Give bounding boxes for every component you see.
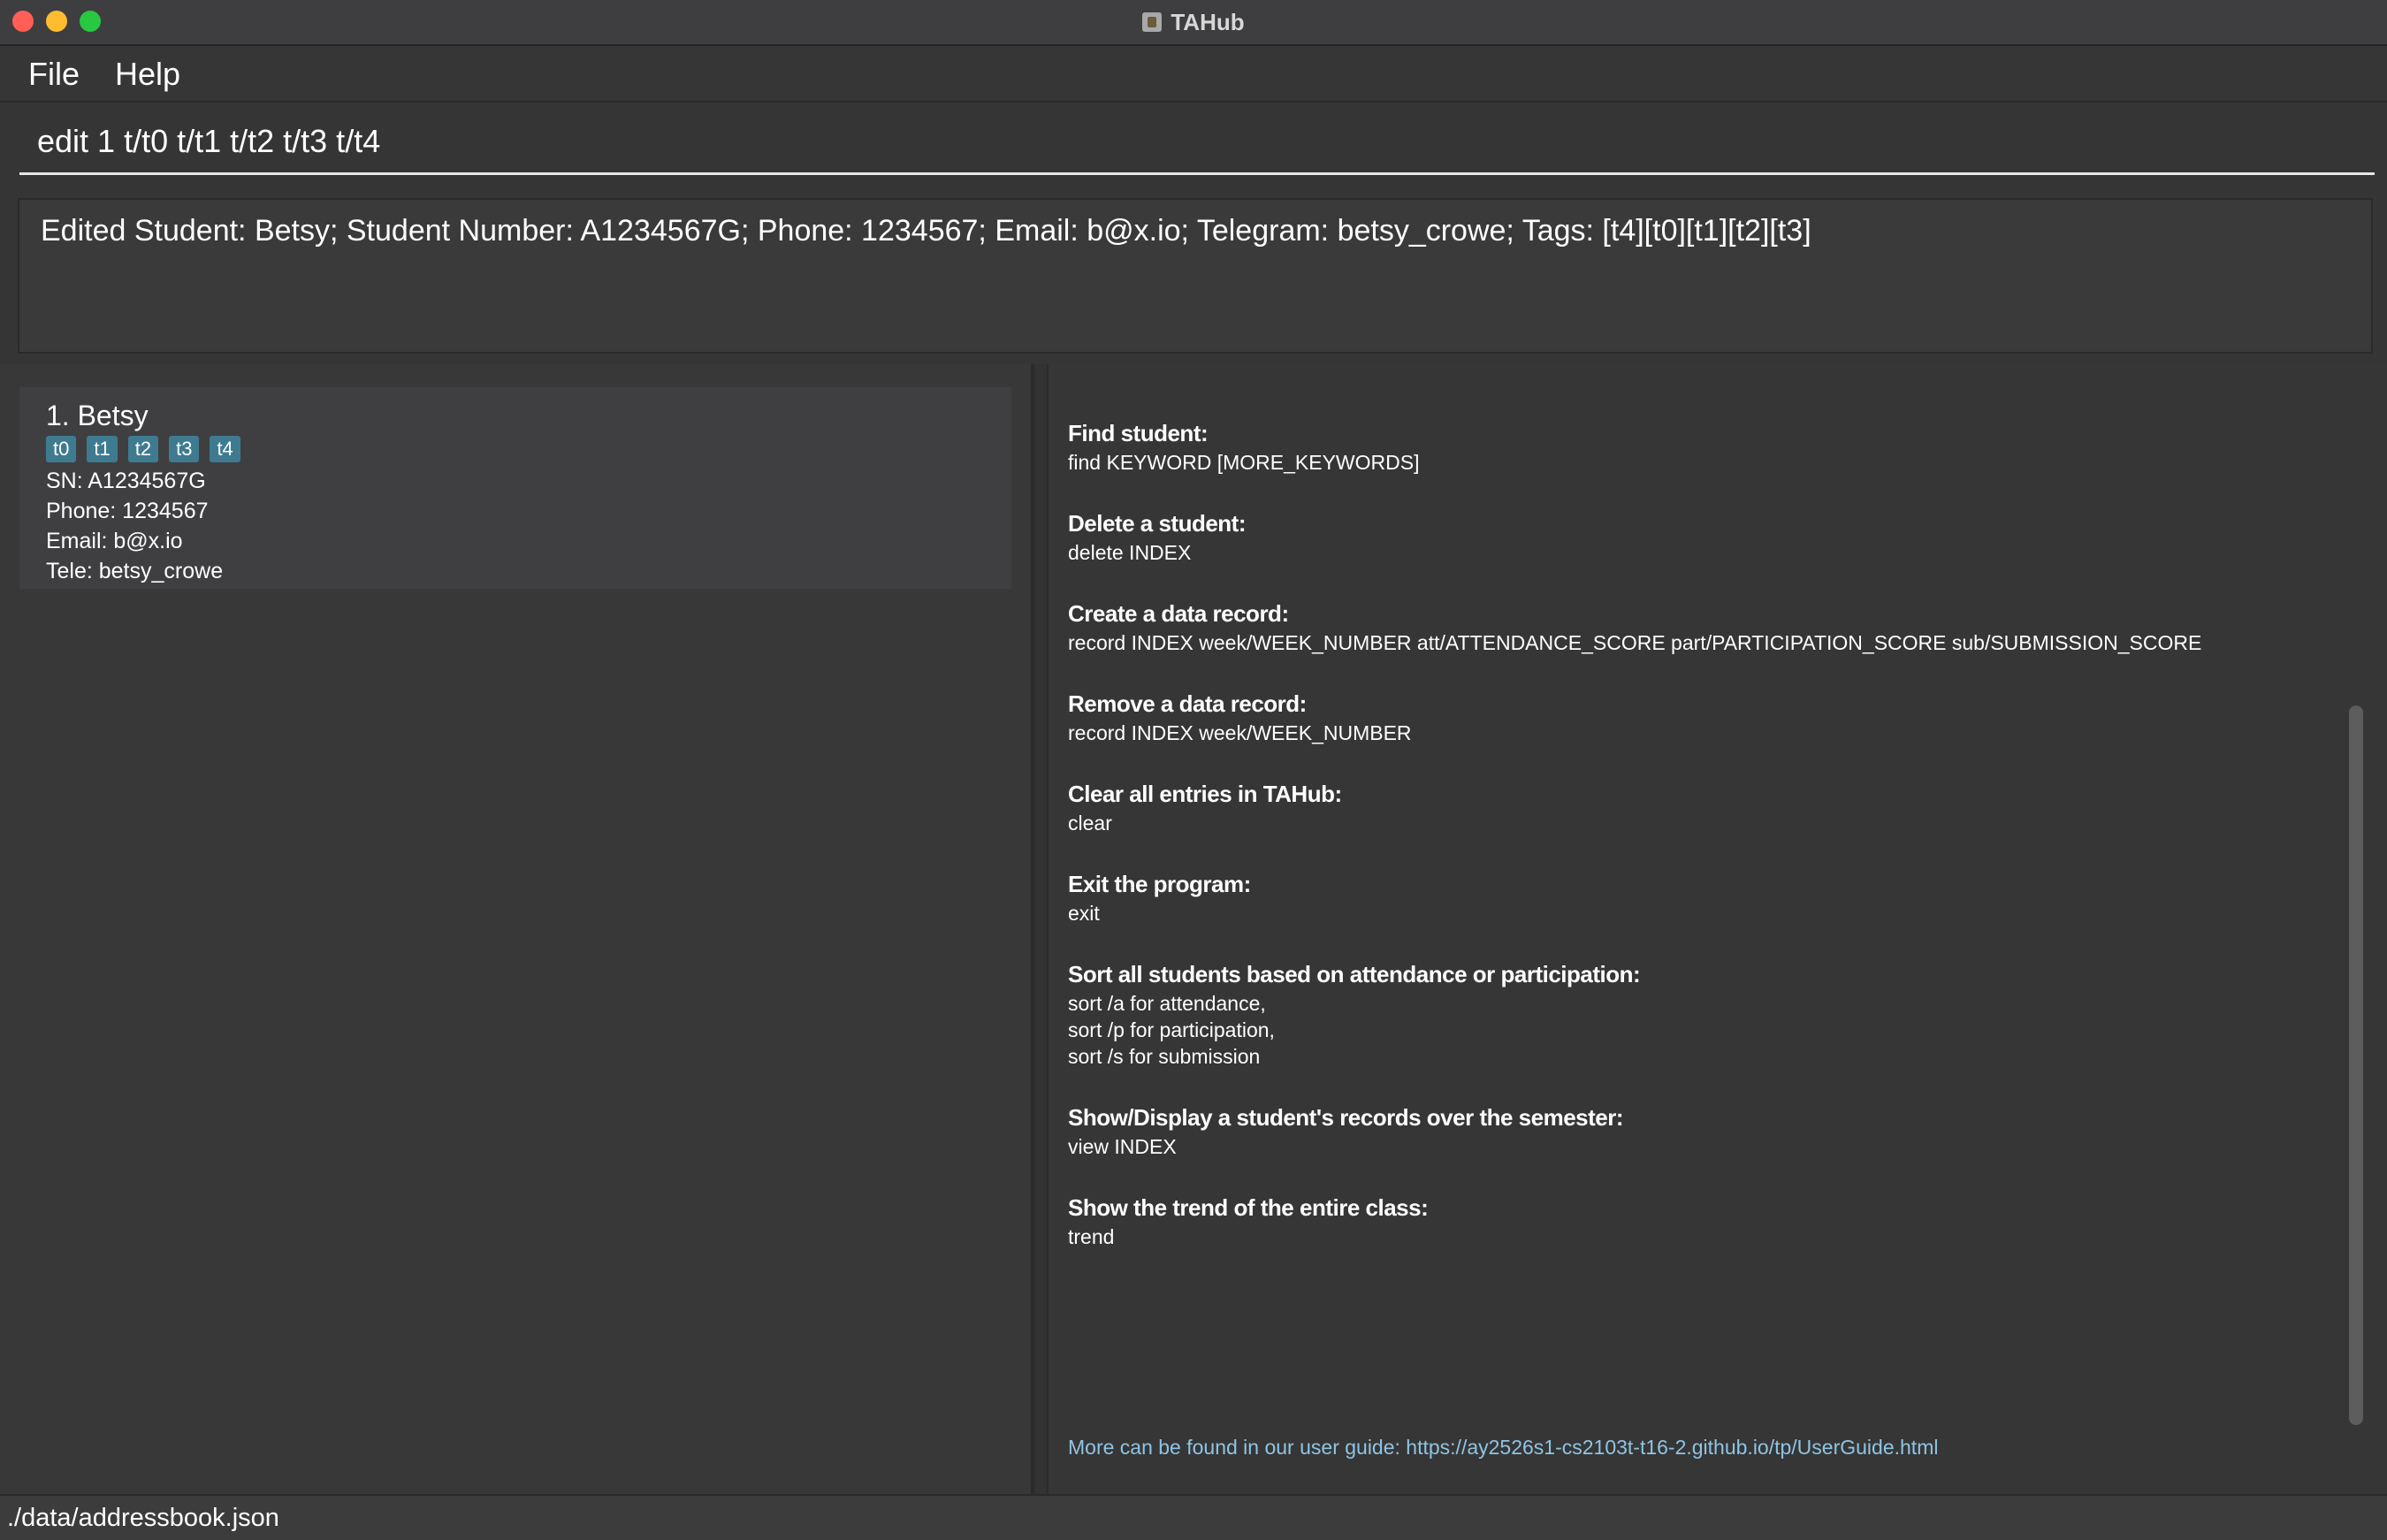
help-section: Show/Display a student's records over th… [1068,1102,2323,1160]
command-input[interactable] [19,110,2375,175]
help-section: Remove a data record: record INDEX week/… [1068,688,2323,746]
window-title-group: TAHub [1142,8,1245,36]
tag-badge: t4 [210,436,240,462]
help-heading: Clear all entries in TAHub: [1068,781,1342,807]
tag-badge: t2 [127,436,159,462]
window-title: TAHub [1171,8,1245,35]
minimize-window-button[interactable] [46,11,67,32]
close-window-button[interactable] [12,11,34,32]
menu-bar: File Help [0,48,2387,103]
menu-help[interactable]: Help [115,56,180,93]
help-heading: Find student: [1068,420,1209,446]
student-number: SN: A1234567G [46,469,206,493]
help-panel: Find student: find KEYWORD [MORE_KEYWORD… [1049,364,2387,1494]
student-email: Email: b@x.io [46,529,183,553]
help-section: Show the trend of the entire class: tren… [1068,1192,2323,1250]
student-card[interactable]: 1. Betsy t0 t1 t2 t3 t4 SN: A1234567G Ph… [19,387,1011,589]
panel-divider[interactable] [1033,364,1049,1494]
help-command: sort /a for attendance, [1068,992,1266,1015]
help-command: exit [1068,902,1100,925]
student-phone: Phone: 1234567 [46,499,209,523]
help-command: find KEYWORD [MORE_KEYWORDS] [1068,451,1420,474]
tag-badge: t1 [87,436,118,462]
command-box [19,110,2375,177]
help-command: delete INDEX [1068,541,1192,564]
help-section: Exit the program: exit [1068,868,2323,926]
help-section: Create a data record: record INDEX week/… [1068,598,2323,656]
status-bar: ./data/addressbook.json [0,1494,2387,1540]
help-command: sort /s for submission [1068,1045,1261,1068]
tag-badge: t0 [46,436,77,462]
student-list-panel: 1. Betsy t0 t1 t2 t3 t4 SN: A1234567G Ph… [0,364,1033,1494]
zoom-window-button[interactable] [80,11,101,32]
app-icon [1142,12,1163,32]
help-heading: Delete a student: [1068,510,1247,537]
user-guide-link[interactable]: More can be found in our user guide: htt… [1068,1436,1938,1460]
tag-list: t0 t1 t2 t3 t4 [46,436,985,462]
help-command: view INDEX [1068,1135,1177,1158]
data-file-path: ./data/addressbook.json [7,1503,279,1532]
result-display: Edited Student: Betsy; Student Number: A… [18,198,2373,354]
help-heading: Sort all students based on attendance or… [1068,961,1641,987]
help-heading: Show/Display a student's records over th… [1068,1104,1624,1131]
menu-file[interactable]: File [28,56,80,93]
student-name: 1. Betsy [46,400,149,431]
help-command: record INDEX week/WEEK_NUMBER att/ATTEND… [1068,631,2202,654]
help-section: Sort all students based on attendance or… [1068,958,2323,1070]
help-command: clear [1068,812,1112,835]
help-heading: Create a data record: [1068,600,1289,627]
help-section: Find student: find KEYWORD [MORE_KEYWORD… [1068,417,2323,476]
tag-badge: t3 [169,436,200,462]
help-command: record INDEX week/WEEK_NUMBER [1068,721,1412,744]
help-section: Delete a student: delete INDEX [1068,507,2323,566]
help-heading: Show the trend of the entire class: [1068,1194,1429,1221]
title-bar: TAHub [0,0,2387,46]
help-content: Find student: find KEYWORD [MORE_KEYWORD… [1068,417,2323,1282]
help-heading: Exit the program: [1068,871,1251,897]
help-command: sort /p for participation, [1068,1018,1275,1041]
window-controls [12,11,101,32]
student-telegram: Tele: betsy_crowe [46,559,224,583]
help-scrollbar-thumb[interactable] [2349,705,2363,1425]
help-command: trend [1068,1225,1115,1248]
help-section: Clear all entries in TAHub: clear [1068,778,2323,836]
help-heading: Remove a data record: [1068,690,1307,717]
